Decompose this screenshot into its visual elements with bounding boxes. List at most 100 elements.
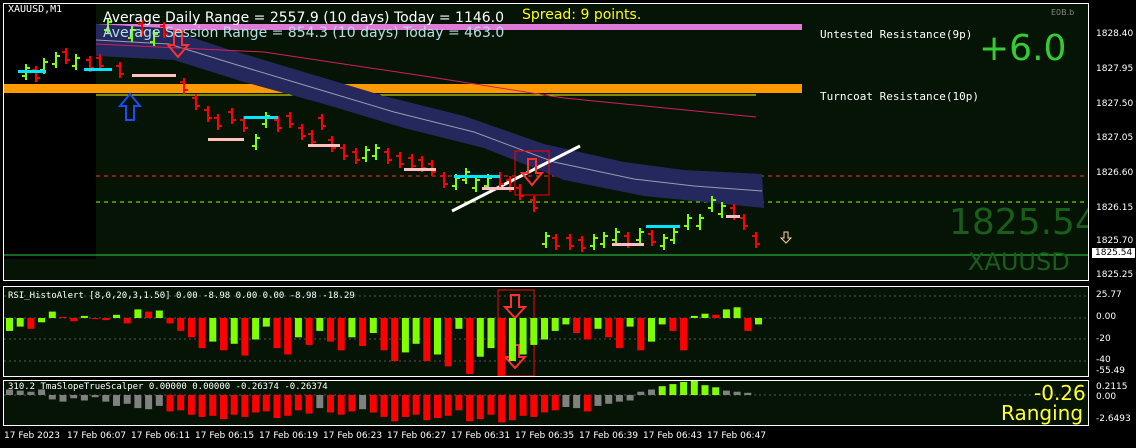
- rsi-tick: -20: [1096, 334, 1111, 344]
- tma-bar: [273, 395, 281, 418]
- rsi-bar: [573, 318, 581, 333]
- rsi-bar: [198, 318, 206, 349]
- rsi-bar: [230, 318, 238, 344]
- tma-tick: 0.2115: [1096, 382, 1128, 392]
- rsi-bar: [594, 318, 602, 329]
- tma-bar: [337, 395, 345, 415]
- rsi-bar: [562, 318, 570, 325]
- tma-bar: [209, 395, 217, 416]
- time-tick: 17 Feb 06:31: [451, 431, 511, 441]
- symbol-title: XAUUSD,M1: [8, 4, 63, 15]
- rsi-bar: [530, 318, 538, 345]
- price-tick: 1827.95: [1096, 64, 1134, 74]
- highlight-segment: [244, 116, 278, 119]
- turncoat-resistance-label: Turncoat Resistance(10p): [820, 90, 979, 103]
- highlight-segment: [454, 175, 500, 178]
- tma-bar: [294, 395, 302, 411]
- time-axis[interactable]: 17 Feb 2023 17 Feb 06:07 17 Feb 06:11 17…: [0, 428, 1090, 448]
- chart-window[interactable]: XAUUSD,M1 Average Daily Range = 2557.9 (…: [0, 0, 1136, 448]
- highlight-segment: [726, 215, 740, 218]
- rsi-bar: [27, 318, 35, 329]
- tma-bar: [166, 395, 174, 412]
- rsi-histo-panel[interactable]: RSI_HistoAlert [8,0,20,3,1.50] 0.00 -8.9…: [3, 286, 1089, 377]
- asr-label: Average Session Range = 854.3 (10 days) …: [103, 25, 505, 41]
- rsi-bar: [391, 318, 399, 361]
- tma-bar: [615, 395, 623, 402]
- time-tick: 17 Feb 06:47: [707, 431, 767, 441]
- tma-bar: [230, 395, 238, 415]
- rsi-bar: [605, 318, 613, 338]
- rsi-bar: [337, 318, 345, 351]
- rsi-bar: [369, 318, 377, 333]
- rsi-bar: [359, 318, 367, 346]
- tma-bar: [177, 395, 185, 411]
- tma-slope-panel[interactable]: 310.2 TmaSlopeTrueScalper 0.00000 0.0000…: [3, 380, 1089, 426]
- highlight-segment: [646, 225, 680, 228]
- rsi-bar: [348, 318, 356, 338]
- rsi-bar: [722, 309, 730, 318]
- time-tick: 17 Feb 06:15: [195, 431, 255, 441]
- rsi-tick: 0.00: [1096, 312, 1117, 322]
- rsi-bar: [123, 318, 131, 324]
- rsi-bar: [273, 318, 281, 349]
- untested-resistance-label: Untested Resistance(9p): [820, 28, 973, 41]
- tma-bar: [530, 395, 538, 417]
- rsi-title: RSI_HistoAlert [8,0,20,3,1.50] 0.00 -8.9…: [8, 291, 355, 301]
- time-tick: 17 Feb 06:39: [579, 431, 639, 441]
- tma-bar: [102, 395, 110, 402]
- tma-bar: [155, 395, 163, 406]
- tma-bar: [508, 395, 516, 421]
- tma-bar: [498, 395, 506, 423]
- tma-bar: [541, 395, 548, 413]
- tma-bar: [466, 395, 474, 422]
- history-gap-region: [4, 4, 96, 259]
- tma-bar: [91, 395, 99, 398]
- tma-tick: -2.6493: [1096, 414, 1131, 424]
- tma-bar: [70, 395, 78, 399]
- rsi-bar: [187, 318, 195, 338]
- rsi-bar: [519, 318, 527, 355]
- tma-bar: [605, 395, 613, 404]
- tma-bar: [487, 395, 495, 415]
- turncoat-resistance-zone[interactable]: [4, 84, 802, 93]
- rsi-bar: [102, 318, 110, 321]
- tma-state: Ranging: [1001, 401, 1084, 425]
- rsi-bar: [669, 318, 677, 331]
- tma-bar: [444, 395, 452, 416]
- corner-tag: E0B.b: [1051, 8, 1075, 17]
- highlight-segment: [404, 168, 436, 171]
- tma-title: 310.2 TmaSlopeTrueScalper 0.00000 0.0000…: [8, 382, 328, 392]
- rsi-bar: [648, 318, 655, 342]
- tma-bar: [327, 395, 334, 413]
- tma-bar: [680, 381, 688, 395]
- big-price: 1825.54: [949, 202, 1089, 243]
- rsi-bar: [508, 318, 516, 361]
- rsi-bar: [423, 318, 431, 361]
- current-price-tag: 1825.54: [1092, 248, 1136, 258]
- rsi-bar: [487, 318, 495, 349]
- tma-bar: [123, 395, 131, 404]
- tma-bar: [284, 395, 292, 416]
- price-scale[interactable]: 1828.40 1827.95 1827.50 1827.05 1826.60 …: [1090, 0, 1136, 430]
- tma-tick: 0.00: [1096, 392, 1117, 402]
- tma-bar: [562, 395, 570, 407]
- tma-bar: [626, 395, 634, 401]
- price-change: +6.0: [979, 28, 1067, 69]
- tma-bar: [134, 395, 142, 409]
- rsi-bar: [733, 307, 741, 319]
- price-tick: 1825.25: [1096, 270, 1134, 280]
- tma-band: [96, 24, 764, 208]
- tma-bar: [252, 395, 260, 413]
- tma-bar: [722, 390, 730, 395]
- tma-bar: [637, 391, 645, 395]
- tma-bar: [658, 386, 666, 395]
- rsi-bar: [59, 316, 67, 318]
- tma-bar: [348, 395, 356, 412]
- rsi-bar: [455, 318, 463, 329]
- rsi-bar: [80, 315, 88, 318]
- time-tick: 17 Feb 06:11: [131, 431, 191, 441]
- main-price-panel[interactable]: XAUUSD,M1 Average Daily Range = 2557.9 (…: [3, 3, 1089, 281]
- rsi-bar: [327, 318, 334, 342]
- rsi-tick: 25.77: [1096, 290, 1122, 300]
- tma-bar: [241, 395, 249, 417]
